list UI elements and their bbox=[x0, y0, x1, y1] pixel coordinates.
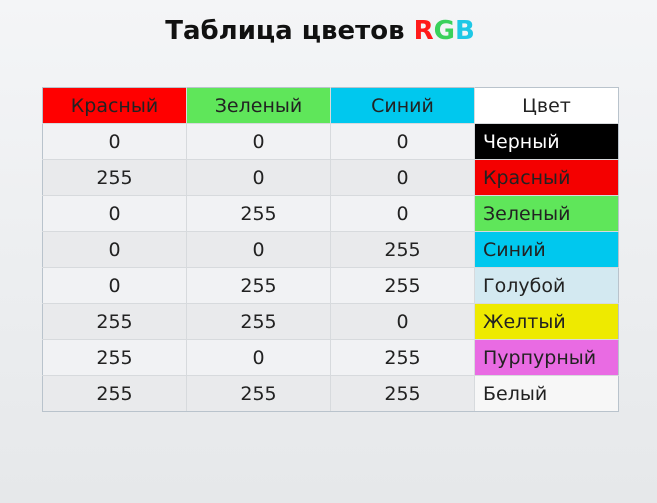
cell-red-value: 0 bbox=[42, 195, 187, 232]
cell-blue-value: 255 bbox=[330, 339, 475, 376]
cell-red-value: 0 bbox=[42, 267, 187, 304]
page-title: Таблица цветов RGB bbox=[0, 16, 640, 46]
cell-red-value: 255 bbox=[42, 375, 187, 412]
rgb-color-table: Красный Зеленый Синий Цвет 0 0 0 Черный … bbox=[42, 87, 619, 412]
cell-color-name: Пурпурный bbox=[474, 339, 619, 376]
header-red: Красный bbox=[42, 87, 187, 124]
cell-red-value: 0 bbox=[42, 231, 187, 268]
table-row: 0 0 0 Черный bbox=[42, 123, 619, 160]
cell-red-value: 255 bbox=[42, 339, 187, 376]
cell-blue-value: 255 bbox=[330, 267, 475, 304]
title-letter-b: B bbox=[454, 16, 475, 46]
page-title-text: Таблица цветов bbox=[165, 16, 414, 46]
title-letter-g: G bbox=[433, 16, 455, 46]
table-row: 0 255 255 Голубой bbox=[42, 267, 619, 304]
cell-blue-value: 255 bbox=[330, 231, 475, 268]
cell-red-value: 255 bbox=[42, 303, 187, 340]
cell-green-value: 255 bbox=[186, 375, 331, 412]
cell-color-name: Зеленый bbox=[474, 195, 619, 232]
table-row: 255 0 255 Пурпурный bbox=[42, 339, 619, 376]
cell-blue-value: 0 bbox=[330, 159, 475, 196]
header-green: Зеленый bbox=[186, 87, 331, 124]
cell-red-value: 0 bbox=[42, 123, 187, 160]
table-header-row: Красный Зеленый Синий Цвет bbox=[42, 87, 619, 124]
cell-blue-value: 0 bbox=[330, 123, 475, 160]
cell-green-value: 0 bbox=[186, 339, 331, 376]
cell-green-value: 255 bbox=[186, 303, 331, 340]
cell-red-value: 255 bbox=[42, 159, 187, 196]
cell-blue-value: 0 bbox=[330, 303, 475, 340]
cell-color-name: Синий bbox=[474, 231, 619, 268]
cell-green-value: 255 bbox=[186, 267, 331, 304]
cell-green-value: 0 bbox=[186, 231, 331, 268]
table-row: 255 255 0 Желтый bbox=[42, 303, 619, 340]
table-row: 255 0 0 Красный bbox=[42, 159, 619, 196]
cell-green-value: 255 bbox=[186, 195, 331, 232]
cell-color-name: Черный bbox=[474, 123, 619, 160]
cell-color-name: Голубой bbox=[474, 267, 619, 304]
cell-green-value: 0 bbox=[186, 123, 331, 160]
table-row: 0 0 255 Синий bbox=[42, 231, 619, 268]
title-letter-r: R bbox=[413, 16, 434, 46]
cell-color-name: Белый bbox=[474, 375, 619, 412]
table-row: 255 255 255 Белый bbox=[42, 375, 619, 412]
cell-blue-value: 0 bbox=[330, 195, 475, 232]
header-blue: Синий bbox=[330, 87, 475, 124]
cell-blue-value: 255 bbox=[330, 375, 475, 412]
cell-color-name: Красный bbox=[474, 159, 619, 196]
table-row: 0 255 0 Зеленый bbox=[42, 195, 619, 232]
cell-color-name: Желтый bbox=[474, 303, 619, 340]
header-color: Цвет bbox=[474, 87, 619, 124]
cell-green-value: 0 bbox=[186, 159, 331, 196]
